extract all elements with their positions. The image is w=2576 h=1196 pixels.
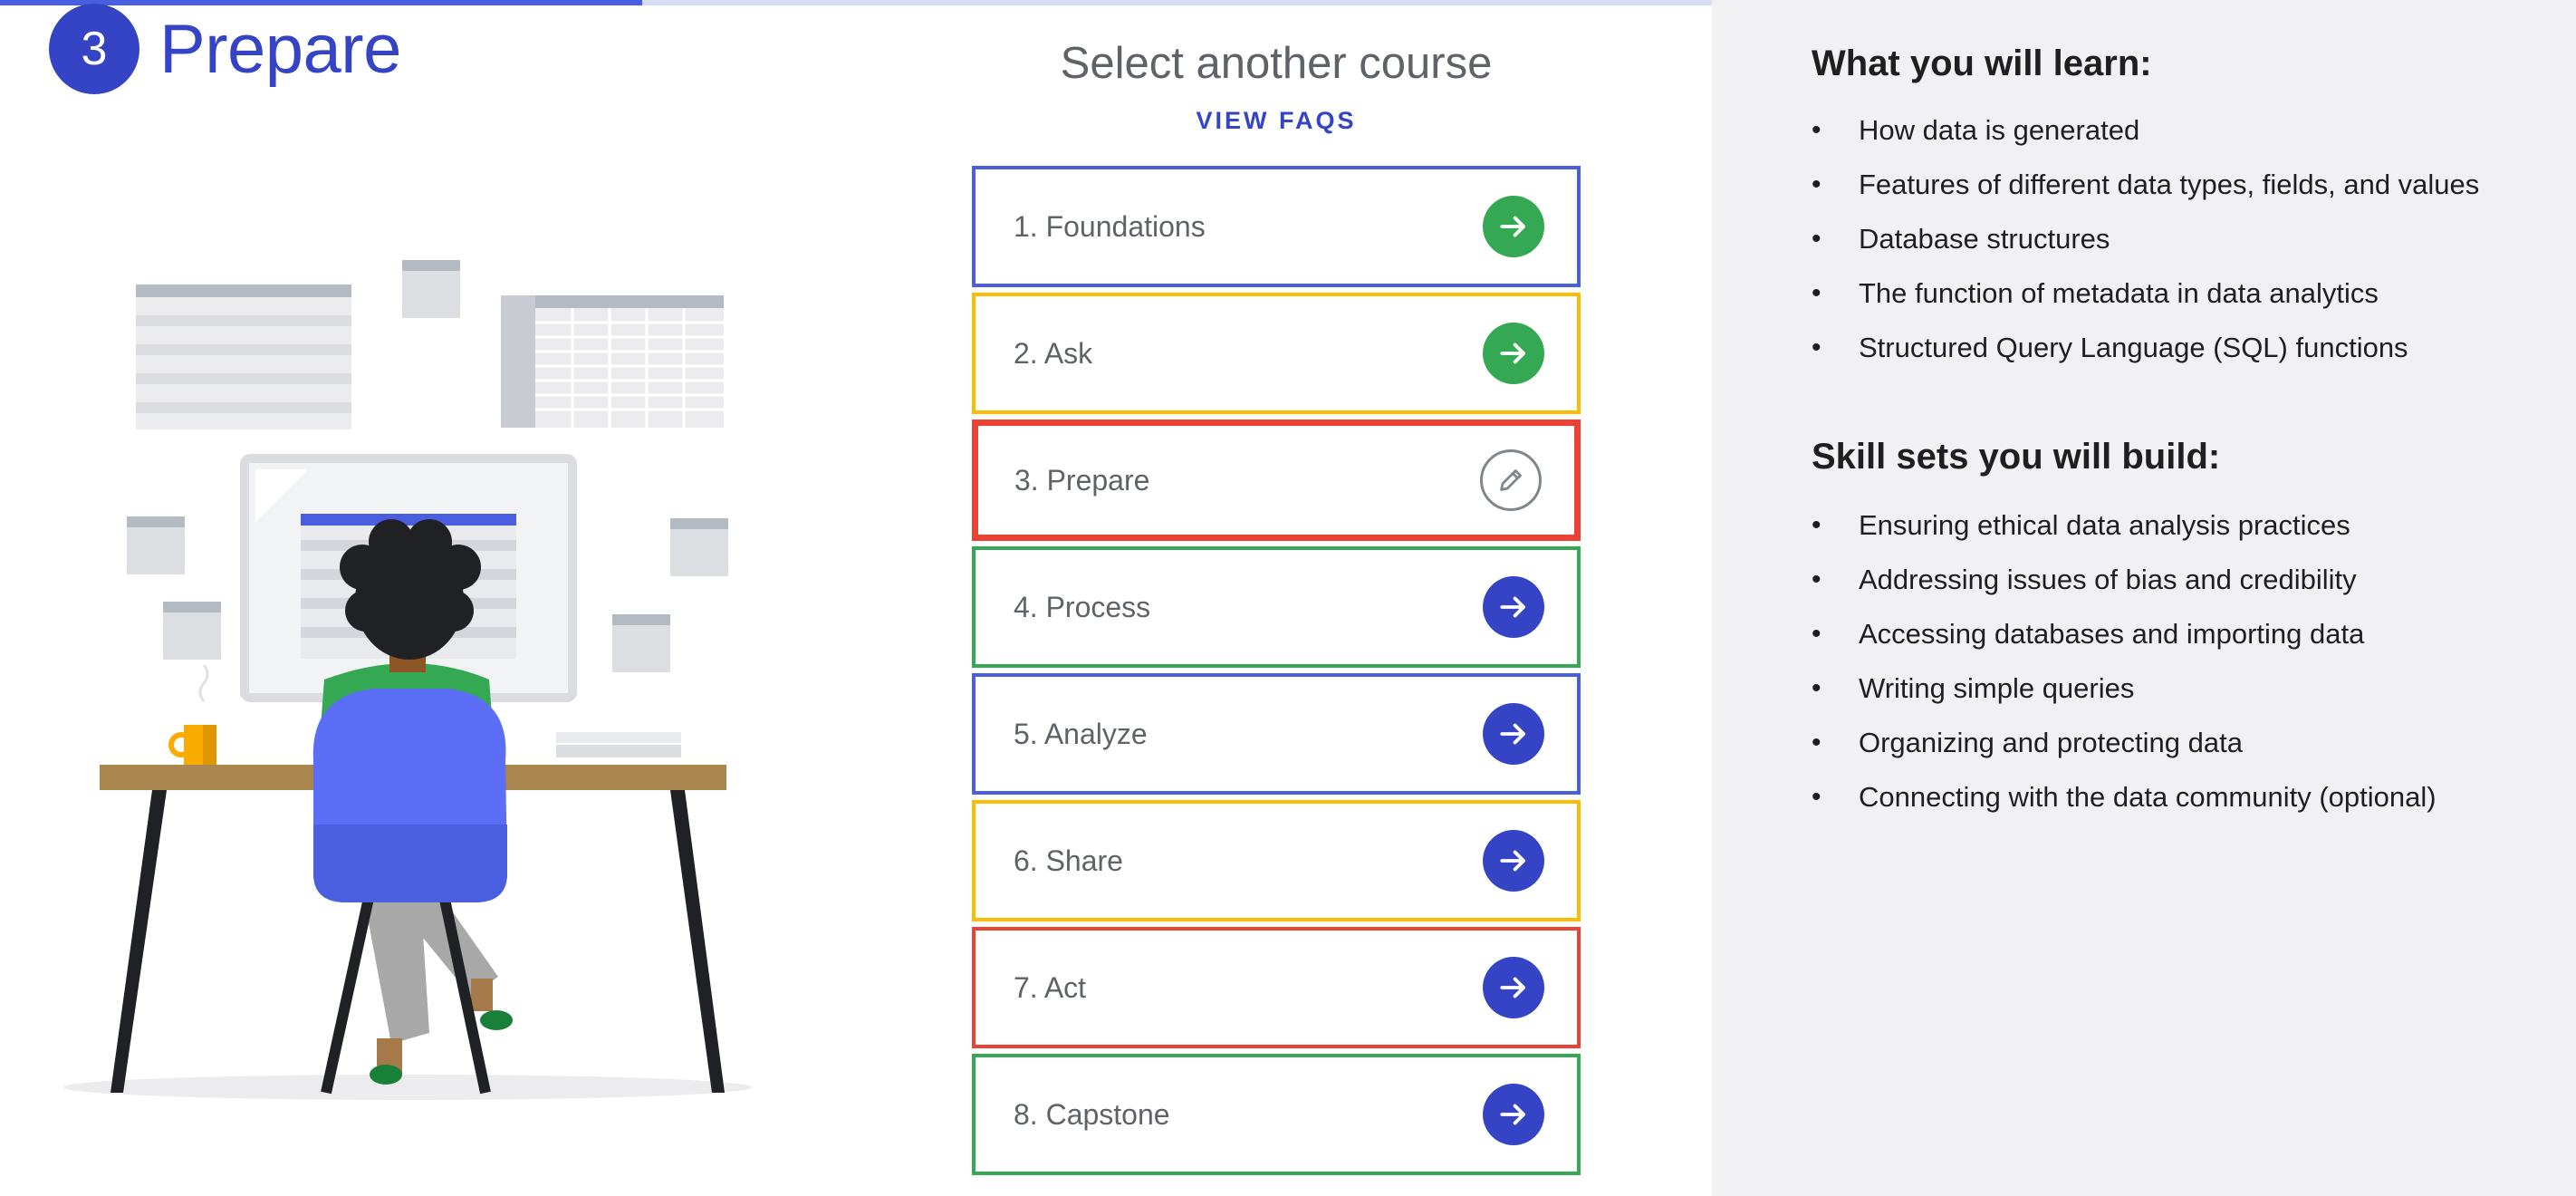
course-card[interactable]: 3. Prepare	[972, 420, 1581, 541]
course-details-panel: What you will learn: How data is generat…	[1712, 0, 2576, 1196]
course-list: 1. Foundations 2. Ask 3. Prepare 4. Process…	[972, 166, 1581, 1181]
course-label: 2. Ask	[1014, 336, 1093, 370]
skill-list-item: Addressing issues of bias and credibilit…	[1812, 562, 2437, 616]
course-card[interactable]: 4. Process	[972, 546, 1581, 668]
skill-list-item: Ensuring ethical data analysis practices	[1812, 507, 2437, 562]
course-card[interactable]: 8. Capstone	[972, 1054, 1581, 1175]
course-label: 8. Capstone	[1014, 1097, 1170, 1131]
floating-spreadsheet	[501, 295, 724, 428]
course-card[interactable]: 7. Act	[972, 927, 1581, 1048]
learn-list-item: The function of metadata in data analyti…	[1812, 275, 2479, 330]
learn-list-item: Structured Query Language (SQL) function…	[1812, 330, 2479, 384]
arrow-right-icon[interactable]	[1483, 576, 1544, 638]
arrow-right-icon[interactable]	[1483, 703, 1544, 765]
skill-list-item: Writing simple queries	[1812, 670, 2437, 725]
course-label: 1. Foundations	[1014, 209, 1206, 243]
arrow-right-icon[interactable]	[1483, 323, 1544, 384]
course-label: 3. Prepare	[1014, 463, 1150, 497]
module-header: 3 Prepare	[49, 4, 401, 94]
skill-list-item: Accessing databases and importing data	[1812, 616, 2437, 670]
module-title: Prepare	[159, 10, 401, 88]
course-card[interactable]: 1. Foundations	[972, 166, 1581, 287]
course-list-header: Select another course VIEW FAQS	[972, 38, 1581, 135]
arrow-right-icon[interactable]	[1483, 830, 1544, 892]
course-label: 5. Analyze	[1014, 717, 1148, 750]
learn-list-item: How data is generated	[1812, 112, 2479, 167]
course-label: 4. Process	[1014, 590, 1151, 623]
course-label: 6. Share	[1014, 844, 1123, 877]
floating-table-top-left	[136, 285, 351, 429]
module-number-badge: 3	[49, 4, 139, 94]
learn-heading: What you will learn:	[1812, 43, 2152, 83]
skills-list: Ensuring ethical data analysis practices…	[1812, 507, 2437, 834]
arrow-right-icon[interactable]	[1483, 1084, 1544, 1145]
skill-list-item: Connecting with the data community (opti…	[1812, 779, 2437, 834]
skills-heading: Skill sets you will build:	[1812, 437, 2221, 477]
course-card[interactable]: 5. Analyze	[972, 673, 1581, 795]
learn-list: How data is generatedFeatures of differe…	[1812, 112, 2479, 384]
learn-list-item: Features of different data types, fields…	[1812, 167, 2479, 221]
arrow-right-icon[interactable]	[1483, 196, 1544, 257]
coffee-mug	[168, 664, 216, 768]
books-stack	[556, 732, 681, 757]
course-card[interactable]: 2. Ask	[972, 293, 1581, 414]
course-label: 7. Act	[1014, 970, 1087, 1004]
learn-list-item: Database structures	[1812, 221, 2479, 275]
course-card[interactable]: 6. Share	[972, 800, 1581, 921]
view-faqs-link[interactable]: VIEW FAQS	[1196, 107, 1356, 135]
select-course-title: Select another course	[1060, 39, 1493, 88]
floating-note-top	[402, 260, 460, 318]
pencil-icon[interactable]	[1480, 449, 1542, 511]
arrow-right-icon[interactable]	[1483, 957, 1544, 1018]
skill-list-item: Organizing and protecting data	[1812, 725, 2437, 779]
analyst-at-desk-illustration	[63, 260, 752, 1100]
